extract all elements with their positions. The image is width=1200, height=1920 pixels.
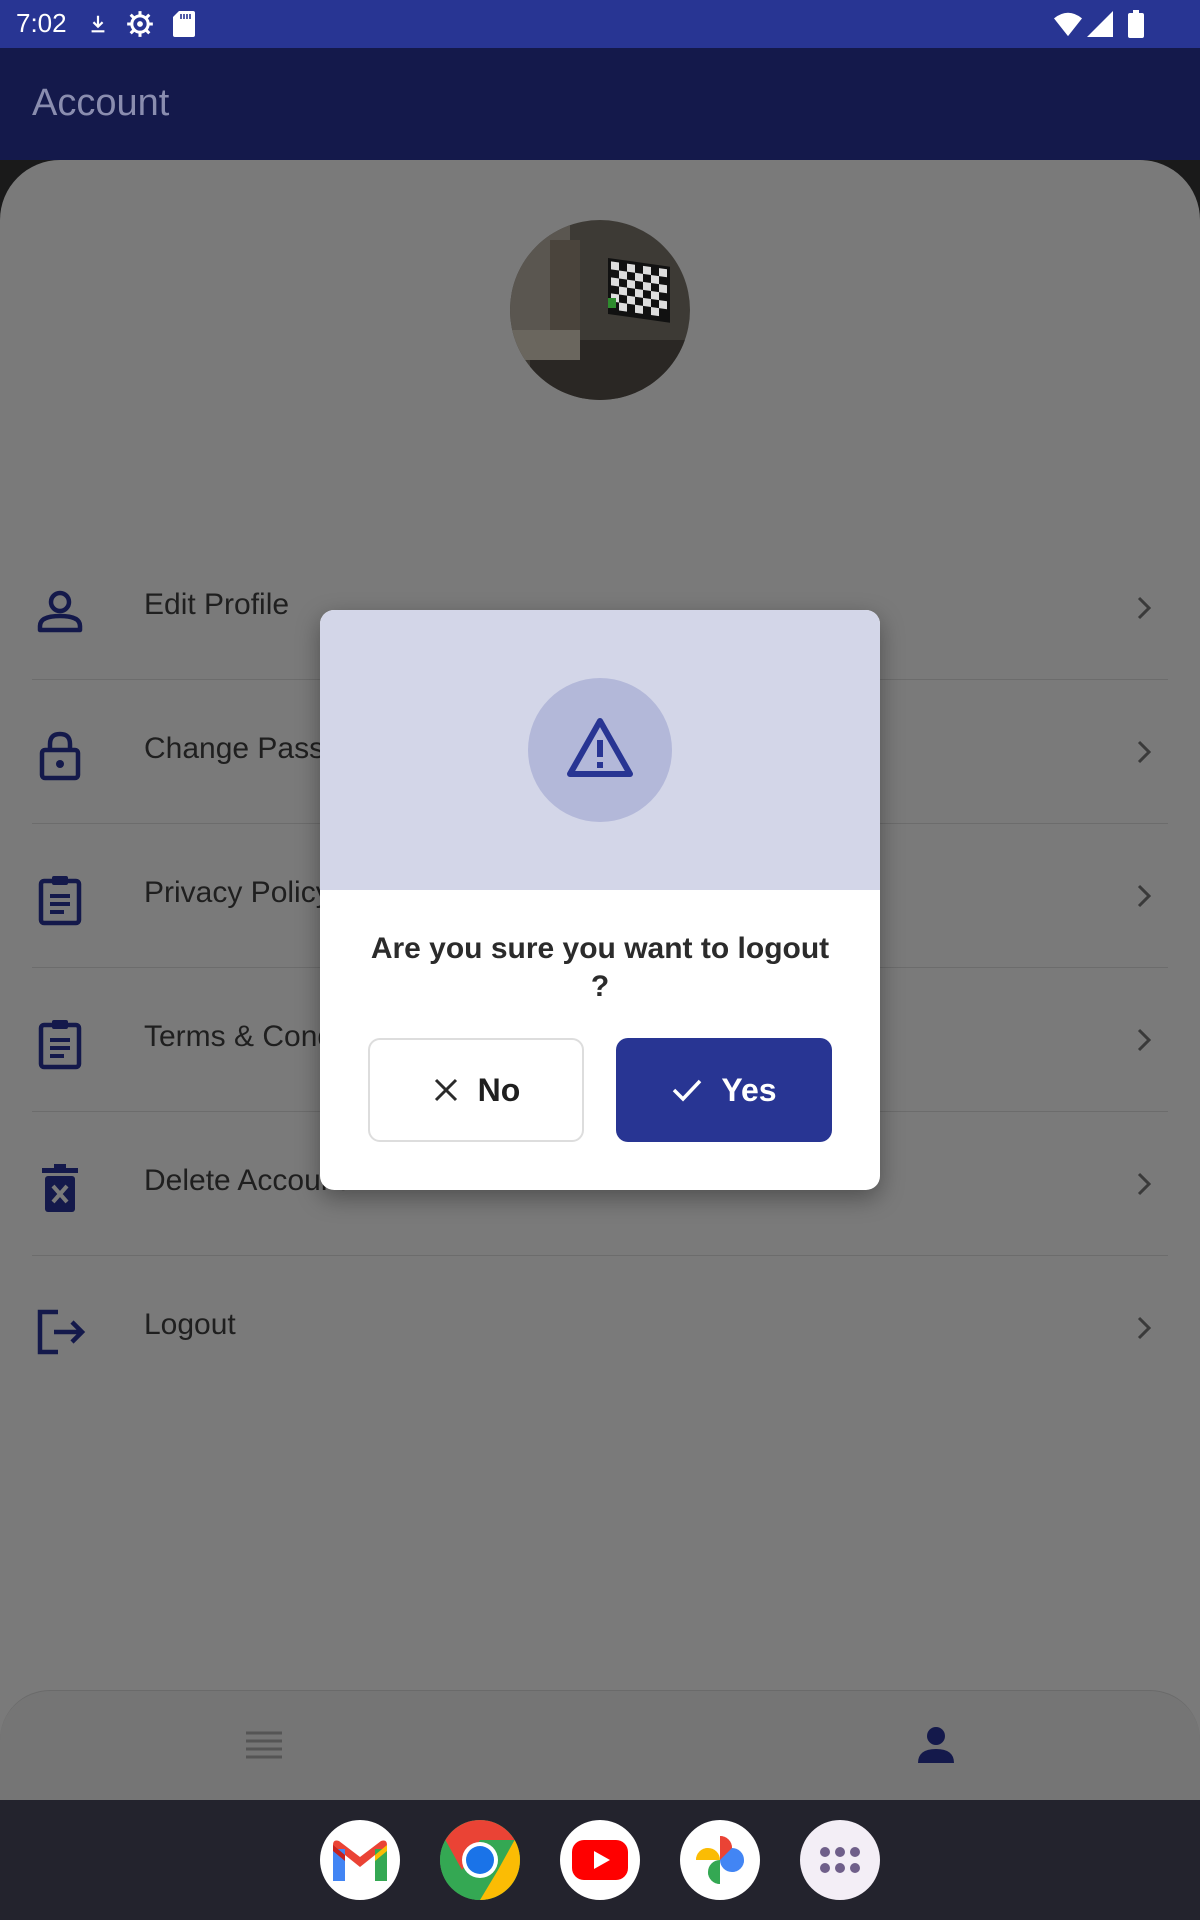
app-bar: Account <box>0 48 1200 160</box>
battery-icon <box>1122 10 1150 38</box>
no-button-label: No <box>477 1071 521 1108</box>
settings-icon <box>126 10 154 38</box>
no-button[interactable]: No <box>368 1038 584 1142</box>
profile-avatar[interactable] <box>510 220 690 400</box>
logout-dialog: Are you sure you want to logout ? No Yes <box>320 610 880 1190</box>
clipboard-icon <box>32 1016 88 1072</box>
dialog-message: Are you sure you want to logout ? <box>370 932 830 1003</box>
clipboard-icon <box>32 872 88 928</box>
chevron-right-icon <box>1128 880 1160 912</box>
chrome-icon[interactable] <box>440 1820 520 1900</box>
chevron-right-icon <box>1128 592 1160 624</box>
check-icon <box>673 1079 702 1102</box>
yes-button-label: Yes <box>721 1071 777 1108</box>
logout-icon <box>32 1304 88 1360</box>
menu-item-label: Edit Profile <box>144 588 290 621</box>
status-time: 7:02 <box>16 8 67 38</box>
sd-card-icon <box>170 10 198 38</box>
signal-icon <box>1086 10 1114 38</box>
wifi-icon <box>1054 10 1082 38</box>
warning-circle <box>528 678 672 822</box>
gmail-icon[interactable] <box>320 1820 400 1900</box>
page-title: Account <box>32 82 170 124</box>
chevron-right-icon <box>1128 736 1160 768</box>
person-icon[interactable] <box>912 1721 960 1769</box>
chevron-right-icon <box>1128 1024 1160 1056</box>
list-icon[interactable] <box>240 1721 288 1769</box>
menu-item-label: Delete Account <box>144 1164 346 1197</box>
youtube-icon[interactable] <box>560 1820 640 1900</box>
chevron-right-icon <box>1128 1312 1160 1344</box>
delete-icon <box>32 1160 88 1216</box>
app-dock <box>0 1800 1200 1920</box>
person-icon <box>32 584 88 640</box>
lock-icon <box>32 728 88 784</box>
warning-icon <box>565 716 635 785</box>
bottom-navigation <box>0 1690 1200 1800</box>
photos-icon[interactable] <box>680 1820 760 1900</box>
status-bar: 7:02 <box>0 0 1200 48</box>
dialog-header <box>320 610 880 890</box>
app-drawer-icon[interactable] <box>800 1820 880 1900</box>
download-icon <box>84 10 112 38</box>
menu-item-label: Logout <box>144 1308 236 1341</box>
chevron-right-icon <box>1128 1168 1160 1200</box>
menu-item-label: Privacy Policy <box>144 876 331 909</box>
close-icon <box>434 1078 457 1102</box>
yes-button[interactable]: Yes <box>616 1038 832 1142</box>
menu-item-logout[interactable]: Logout <box>32 1256 1168 1400</box>
